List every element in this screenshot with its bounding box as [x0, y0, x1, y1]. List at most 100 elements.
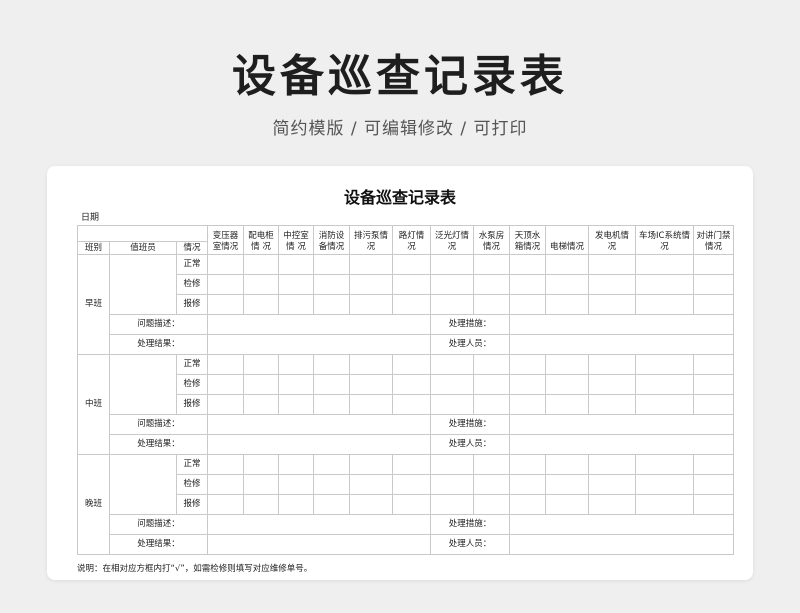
check-cell[interactable] — [509, 454, 546, 475]
check-cell[interactable] — [473, 494, 510, 515]
field-input[interactable] — [207, 414, 431, 435]
check-cell[interactable] — [430, 274, 474, 295]
check-cell[interactable] — [207, 374, 244, 395]
check-cell[interactable] — [349, 474, 393, 495]
check-cell[interactable] — [349, 274, 393, 295]
check-cell[interactable] — [278, 454, 314, 475]
check-cell[interactable] — [392, 454, 431, 475]
check-cell[interactable] — [545, 494, 589, 515]
check-cell[interactable] — [243, 454, 279, 475]
check-cell[interactable] — [278, 354, 314, 375]
check-cell[interactable] — [509, 274, 546, 295]
check-cell[interactable] — [693, 394, 734, 415]
check-cell[interactable] — [473, 374, 510, 395]
check-cell[interactable] — [473, 354, 510, 375]
check-cell[interactable] — [278, 274, 314, 295]
check-cell[interactable] — [313, 294, 350, 315]
check-cell[interactable] — [349, 354, 393, 375]
check-cell[interactable] — [473, 294, 510, 315]
check-cell[interactable] — [545, 454, 589, 475]
check-cell[interactable] — [430, 294, 474, 315]
check-cell[interactable] — [473, 394, 510, 415]
check-cell[interactable] — [635, 254, 694, 275]
check-cell[interactable] — [207, 474, 244, 495]
check-cell[interactable] — [635, 294, 694, 315]
check-cell[interactable] — [588, 374, 636, 395]
check-cell[interactable] — [635, 394, 694, 415]
check-cell[interactable] — [509, 374, 546, 395]
check-cell[interactable] — [635, 274, 694, 295]
check-cell[interactable] — [693, 454, 734, 475]
field-input[interactable] — [207, 314, 431, 335]
check-cell[interactable] — [278, 374, 314, 395]
check-cell[interactable] — [392, 274, 431, 295]
check-cell[interactable] — [207, 454, 244, 475]
check-cell[interactable] — [545, 374, 589, 395]
check-cell[interactable] — [243, 374, 279, 395]
check-cell[interactable] — [588, 354, 636, 375]
check-cell[interactable] — [313, 454, 350, 475]
check-cell[interactable] — [509, 254, 546, 275]
field-input[interactable] — [509, 334, 734, 355]
check-cell[interactable] — [243, 394, 279, 415]
check-cell[interactable] — [545, 474, 589, 495]
check-cell[interactable] — [693, 494, 734, 515]
check-cell[interactable] — [392, 354, 431, 375]
check-cell[interactable] — [509, 294, 546, 315]
check-cell[interactable] — [545, 354, 589, 375]
check-cell[interactable] — [349, 294, 393, 315]
check-cell[interactable] — [278, 294, 314, 315]
check-cell[interactable] — [588, 494, 636, 515]
check-cell[interactable] — [313, 274, 350, 295]
check-cell[interactable] — [635, 494, 694, 515]
check-cell[interactable] — [588, 254, 636, 275]
check-cell[interactable] — [278, 494, 314, 515]
check-cell[interactable] — [349, 374, 393, 395]
check-cell[interactable] — [243, 494, 279, 515]
check-cell[interactable] — [430, 354, 474, 375]
check-cell[interactable] — [278, 394, 314, 415]
check-cell[interactable] — [430, 254, 474, 275]
check-cell[interactable] — [278, 474, 314, 495]
check-cell[interactable] — [545, 274, 589, 295]
check-cell[interactable] — [349, 394, 393, 415]
check-cell[interactable] — [473, 274, 510, 295]
check-cell[interactable] — [430, 374, 474, 395]
check-cell[interactable] — [473, 454, 510, 475]
field-input[interactable] — [207, 334, 431, 355]
check-cell[interactable] — [392, 374, 431, 395]
check-cell[interactable] — [430, 454, 474, 475]
check-cell[interactable] — [313, 394, 350, 415]
check-cell[interactable] — [693, 474, 734, 495]
check-cell[interactable] — [430, 474, 474, 495]
check-cell[interactable] — [313, 494, 350, 515]
check-cell[interactable] — [545, 294, 589, 315]
check-cell[interactable] — [207, 294, 244, 315]
check-cell[interactable] — [509, 394, 546, 415]
check-cell[interactable] — [392, 394, 431, 415]
field-input[interactable] — [207, 534, 431, 555]
staff-cell[interactable] — [109, 454, 177, 515]
check-cell[interactable] — [545, 254, 589, 275]
field-input[interactable] — [509, 514, 734, 535]
staff-cell[interactable] — [109, 354, 177, 415]
check-cell[interactable] — [207, 254, 244, 275]
check-cell[interactable] — [430, 394, 474, 415]
check-cell[interactable] — [635, 454, 694, 475]
check-cell[interactable] — [588, 454, 636, 475]
check-cell[interactable] — [207, 394, 244, 415]
check-cell[interactable] — [349, 454, 393, 475]
check-cell[interactable] — [473, 254, 510, 275]
check-cell[interactable] — [392, 474, 431, 495]
check-cell[interactable] — [588, 474, 636, 495]
check-cell[interactable] — [635, 354, 694, 375]
check-cell[interactable] — [278, 254, 314, 275]
check-cell[interactable] — [207, 354, 244, 375]
field-input[interactable] — [509, 434, 734, 455]
check-cell[interactable] — [243, 254, 279, 275]
check-cell[interactable] — [509, 494, 546, 515]
check-cell[interactable] — [243, 294, 279, 315]
check-cell[interactable] — [313, 354, 350, 375]
check-cell[interactable] — [588, 274, 636, 295]
check-cell[interactable] — [693, 294, 734, 315]
